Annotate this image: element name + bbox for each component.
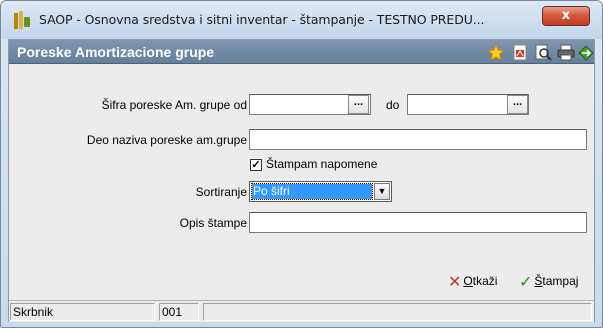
do-label: do bbox=[386, 98, 400, 112]
status-code: 001 bbox=[159, 303, 199, 321]
pdf-icon[interactable] bbox=[511, 44, 529, 61]
sortiranje-select[interactable]: Po šifri ▼ bbox=[249, 181, 392, 202]
print-button[interactable]: ✓ Štampaj bbox=[519, 272, 578, 291]
status-user: Skrbnik bbox=[10, 303, 155, 321]
status-bar: Skrbnik 001 bbox=[9, 300, 594, 322]
sifra-od-label: Šifra poreske Am. grupe od bbox=[101, 98, 247, 112]
sifra-od-lookup-button[interactable]: ... bbox=[348, 95, 369, 114]
cancel-accelerator: O bbox=[463, 274, 473, 288]
print-label: tampaj bbox=[542, 274, 579, 288]
opis-stampe-input[interactable] bbox=[249, 212, 587, 233]
sortiranje-selected-value: Po šifri bbox=[251, 183, 373, 200]
window-title: SAOP - Osnovna sredstva i sitni inventar… bbox=[39, 12, 485, 27]
deo-naziva-label: Deo naziva poreske am.grupe bbox=[86, 133, 247, 147]
app-window: SAOP - Osnovna sredstva i sitni inventar… bbox=[0, 0, 603, 328]
opis-stampe-label: Opis štampe bbox=[179, 216, 247, 230]
form-header: Poreske Amortizacione grupe bbox=[9, 40, 594, 64]
form-title: Poreske Amortizacione grupe bbox=[17, 44, 215, 60]
app-icon bbox=[14, 11, 34, 29]
sortiranje-label: Sortiranje bbox=[195, 185, 247, 199]
close-button[interactable]: x bbox=[542, 6, 590, 26]
cancel-label: tkaži bbox=[472, 274, 498, 288]
star-icon[interactable] bbox=[487, 44, 505, 61]
checkmark-icon: ✓ bbox=[519, 272, 533, 291]
cancel-x-icon: ✕ bbox=[448, 272, 462, 291]
printer-icon[interactable] bbox=[557, 44, 575, 61]
dropdown-arrow-icon[interactable]: ▼ bbox=[374, 183, 390, 200]
action-bar: ✕ Otkaži ✓ Štampaj bbox=[9, 266, 594, 298]
deo-naziva-input[interactable] bbox=[249, 129, 587, 150]
cancel-button[interactable]: ✕ Otkaži bbox=[448, 272, 497, 291]
dialog-client-area: Poreske Amortizacione grupe Šifra poresk… bbox=[8, 39, 595, 322]
print-preview-icon[interactable] bbox=[534, 44, 552, 61]
stampam-napomene-checkbox[interactable]: ✓ bbox=[250, 159, 262, 171]
stampam-napomene-label[interactable]: Štampam napomene bbox=[266, 157, 377, 171]
title-bar[interactable]: SAOP - Osnovna sredstva i sitni inventar… bbox=[1, 1, 602, 39]
exit-icon[interactable] bbox=[577, 44, 595, 61]
sifra-do-lookup-button[interactable]: ... bbox=[507, 95, 528, 114]
status-extra bbox=[203, 303, 592, 321]
